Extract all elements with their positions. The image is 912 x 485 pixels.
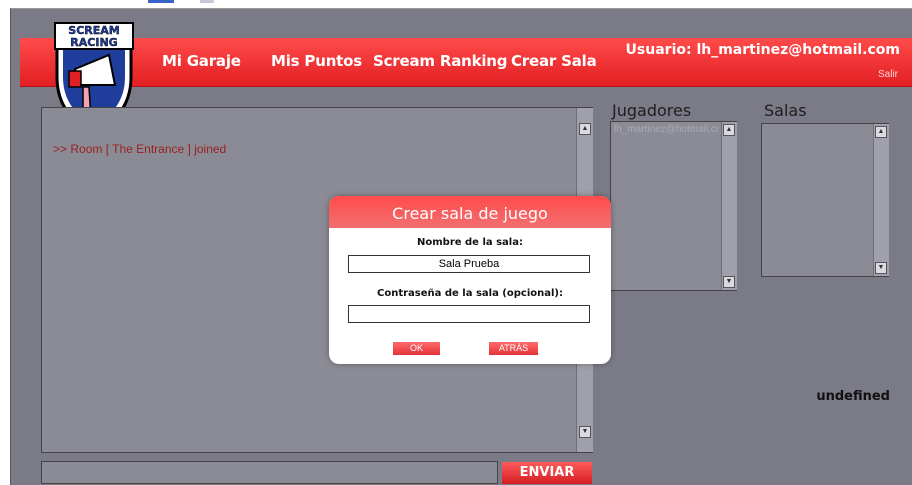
players-title: Jugadores bbox=[612, 101, 692, 120]
scroll-down-icon[interactable]: ▼ bbox=[723, 276, 735, 288]
nav-crear-sala[interactable]: Crear Sala bbox=[511, 52, 597, 70]
room-name-label: Nombre de la sala: bbox=[417, 237, 523, 248]
nav-mis-puntos[interactable]: Mis Puntos bbox=[271, 52, 362, 70]
chat-input[interactable] bbox=[41, 461, 498, 484]
top-navbar: Mi Garaje Mis Puntos Scream Ranking Crea… bbox=[20, 38, 912, 87]
scroll-up-icon[interactable]: ▲ bbox=[875, 126, 887, 138]
room-password-label: Contraseña de la sala (opcional): bbox=[377, 288, 563, 299]
ok-button[interactable]: OK bbox=[393, 342, 440, 355]
create-room-dialog: Crear sala de juego Nombre de la sala: S… bbox=[329, 196, 611, 364]
nav-scream-ranking[interactable]: Scream Ranking bbox=[373, 52, 508, 70]
scroll-down-icon[interactable]: ▼ bbox=[579, 426, 591, 438]
rooms-title: Salas bbox=[764, 101, 807, 120]
scroll-down-icon[interactable]: ▼ bbox=[875, 262, 887, 274]
nav-mi-garaje[interactable]: Mi Garaje bbox=[162, 52, 241, 70]
send-button[interactable]: ENVIAR bbox=[502, 462, 592, 484]
logout-link[interactable]: Salir bbox=[878, 69, 898, 80]
players-list[interactable]: lh_martinez@hotmail.com ▲ ▼ bbox=[610, 121, 737, 291]
rooms-list[interactable]: ▲ ▼ bbox=[761, 123, 889, 277]
room-name-input[interactable]: Sala Prueba bbox=[348, 255, 590, 273]
chat-message: >> Room [ The Entrance ] joined bbox=[53, 142, 227, 156]
player-item[interactable]: lh_martinez@hotmail.com bbox=[614, 124, 718, 135]
scroll-up-icon[interactable]: ▲ bbox=[723, 124, 735, 136]
user-label: Usuario: lh_martinez@hotmail.com bbox=[625, 42, 900, 58]
dialog-title: Crear sala de juego bbox=[329, 196, 611, 228]
players-scrollbar[interactable]: ▲ ▼ bbox=[721, 122, 737, 290]
rooms-scrollbar[interactable]: ▲ ▼ bbox=[873, 124, 889, 276]
status-text: undefined bbox=[816, 389, 890, 404]
back-button[interactable]: ATRÁS bbox=[489, 342, 538, 355]
logo-line-2: RACING bbox=[70, 36, 117, 49]
browser-strip-mark bbox=[200, 0, 214, 3]
scroll-up-icon[interactable]: ▲ bbox=[579, 123, 591, 135]
browser-strip-mark bbox=[148, 0, 174, 3]
room-password-input[interactable] bbox=[348, 305, 590, 323]
browser-top-strip bbox=[0, 0, 912, 8]
